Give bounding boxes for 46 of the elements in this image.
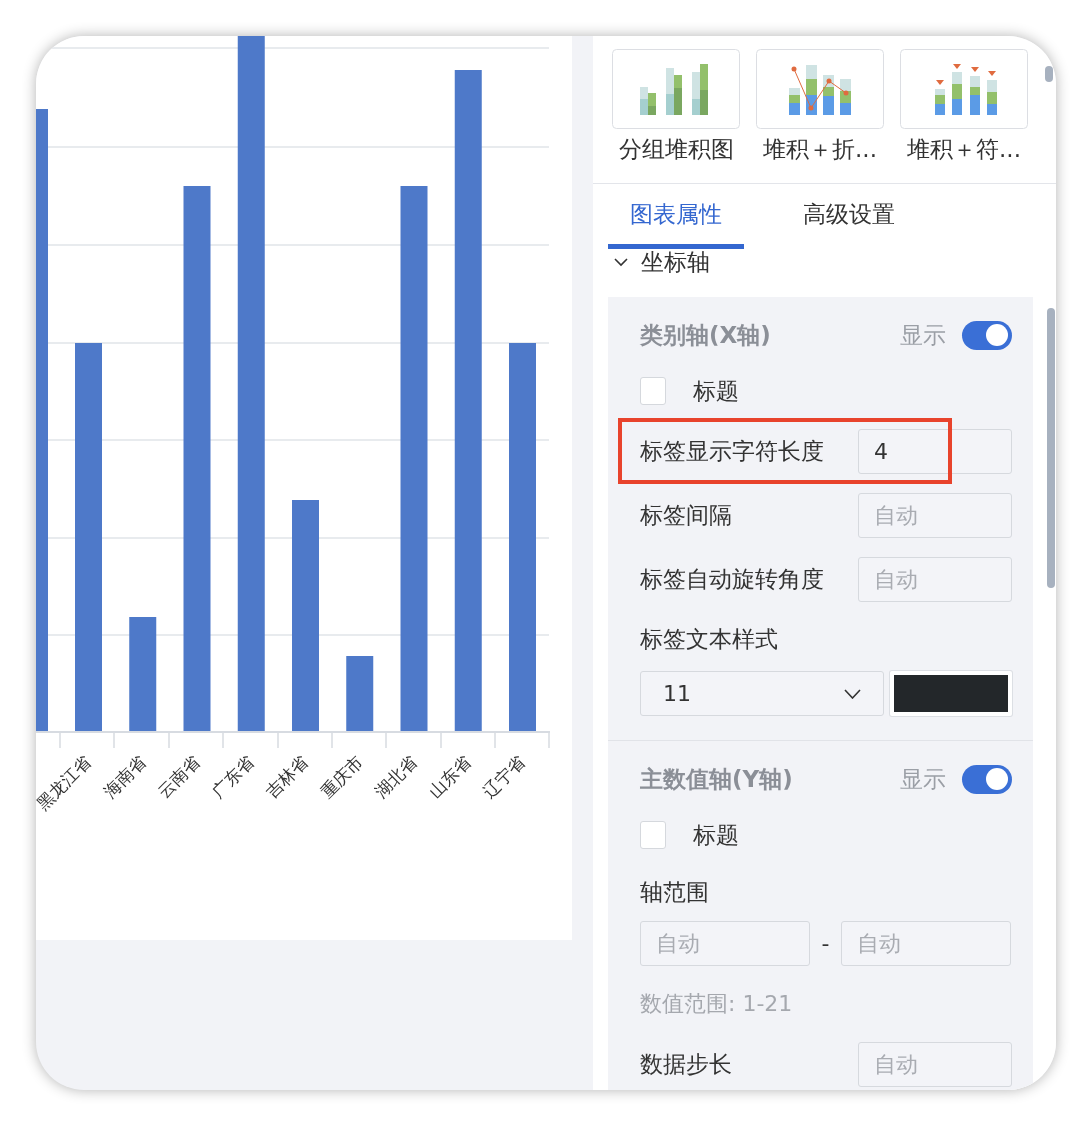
section-title: 主数值轴(Y轴) bbox=[640, 764, 794, 794]
axis-label: 云南省 bbox=[153, 751, 204, 802]
checkbox-label: 标题 bbox=[693, 376, 739, 406]
field-label: 轴范围 bbox=[640, 880, 710, 904]
caret-icon bbox=[844, 688, 861, 699]
text-input[interactable]: 自动 bbox=[640, 921, 810, 966]
checkbox[interactable] bbox=[640, 377, 666, 405]
scrollbar-thumb[interactable] bbox=[1047, 308, 1055, 588]
text-input[interactable]: 自动 bbox=[858, 557, 1012, 602]
chart-type-option[interactable]: 分组堆积图 bbox=[612, 49, 740, 162]
chart-type-option[interactable]: 堆积＋折... bbox=[756, 49, 884, 162]
checkbox[interactable] bbox=[640, 821, 666, 849]
group-header[interactable]: 坐标轴 bbox=[614, 250, 710, 274]
axis-label: 辽宁省 bbox=[479, 751, 530, 802]
checkbox-label: 标题 bbox=[693, 820, 739, 850]
toggle-switch[interactable] bbox=[962, 764, 1012, 794]
axis-label: 重庆市 bbox=[316, 751, 367, 802]
axis-label: 吉林省 bbox=[262, 751, 313, 802]
axis-label: 山东省 bbox=[424, 751, 476, 802]
text-input[interactable]: 4 bbox=[858, 429, 1012, 474]
chart-type-option[interactable]: 堆积＋符... bbox=[900, 49, 1028, 162]
text-input[interactable]: 自动 bbox=[858, 1042, 1012, 1087]
field-label: 标签显示字符长度 bbox=[640, 437, 825, 466]
axis-label: 广东省 bbox=[207, 751, 259, 802]
toggle-label: 显示 bbox=[900, 320, 946, 350]
scrollbar-thumb[interactable] bbox=[1045, 66, 1053, 82]
range-hint: 数值范围: 1-21 bbox=[640, 993, 794, 1015]
field-label: 标签自动旋转角度 bbox=[640, 565, 825, 594]
grouped-stacked-bar-icon bbox=[612, 49, 740, 129]
tab[interactable]: 高级设置 bbox=[781, 184, 917, 249]
range-separator: - bbox=[820, 931, 831, 956]
toggle-switch[interactable] bbox=[962, 320, 1012, 350]
field-label: 数据步长 bbox=[640, 1050, 733, 1079]
toggle-label: 显示 bbox=[900, 764, 946, 794]
tab[interactable]: 图表属性 bbox=[608, 184, 744, 249]
font-size-select[interactable]: 11 bbox=[640, 671, 884, 716]
text-input[interactable]: 自动 bbox=[858, 493, 1012, 538]
section-title: 类别轴(X轴) bbox=[640, 320, 772, 350]
text-input[interactable]: 自动 bbox=[841, 921, 1011, 966]
axis-label: 海南省 bbox=[99, 751, 150, 802]
axis-label: 黑龙江省 bbox=[36, 751, 96, 814]
color-swatch[interactable] bbox=[890, 671, 1012, 716]
field-label: 标签文本样式 bbox=[640, 627, 779, 651]
stacked-bar-marker-icon bbox=[900, 49, 1028, 129]
field-label: 标签间隔 bbox=[640, 501, 733, 530]
axis-label: 湖北省 bbox=[370, 751, 421, 802]
